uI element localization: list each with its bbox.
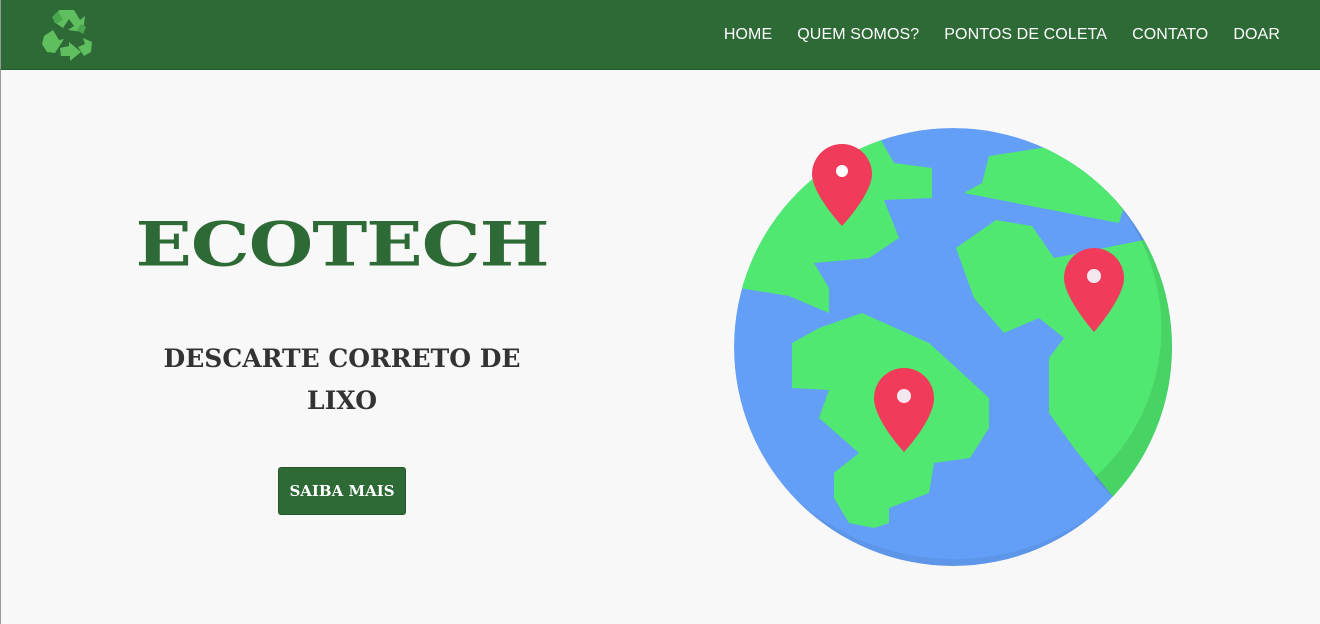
nav-menu: HOME QUEM SOMOS? PONTOS DE COLETA CONTAT… (699, 0, 1280, 70)
nav-link-doar[interactable]: DOAR (1233, 26, 1280, 43)
nav-link-quem-somos[interactable]: QUEM SOMOS? (797, 26, 919, 43)
recycle-icon (42, 10, 92, 61)
nav-item-contato: CONTATO (1132, 26, 1208, 44)
nav-item-pontos-de-coleta: PONTOS DE COLETA (944, 26, 1107, 44)
nav-link-pontos-de-coleta[interactable]: PONTOS DE COLETA (944, 26, 1107, 43)
nav-link-home[interactable]: HOME (724, 26, 772, 43)
logo-link[interactable] (39, 8, 95, 62)
nav-link-contato[interactable]: CONTATO (1132, 26, 1208, 43)
globe-with-location-pins-icon (734, 128, 1172, 566)
nav-item-home: HOME (724, 26, 772, 44)
hero-subtitle: DESCARTE CORRETO DE LIXO (163, 344, 521, 415)
page-left-border (0, 70, 1, 624)
saiba-mais-button[interactable]: SAIBA MAIS (278, 467, 406, 515)
nav-item-quem-somos: QUEM SOMOS? (797, 26, 919, 44)
hero-section: ECOTECH DESCARTE CORRETO DE LIXO SAIBA M… (92, 200, 592, 515)
top-navbar: HOME QUEM SOMOS? PONTOS DE COLETA CONTAT… (0, 0, 1320, 70)
nav-item-doar: DOAR (1233, 26, 1280, 44)
hero-title: ECOTECH (135, 209, 549, 281)
